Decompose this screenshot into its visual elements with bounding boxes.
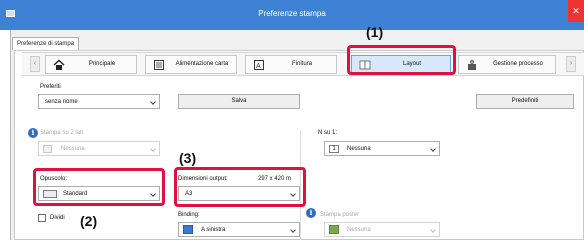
save-button[interactable]: Salva	[178, 94, 300, 109]
duplex-select: Nessuna	[38, 141, 160, 156]
info-icon: i	[28, 128, 38, 138]
chevron-down-icon	[150, 146, 156, 152]
favorites-label: Preferiti	[40, 84, 61, 90]
info-icon: i	[306, 208, 316, 218]
duplex-label: Stampa su 2 lati	[40, 130, 84, 136]
tab-label: Gestione processo	[492, 61, 544, 67]
step-2-label: (2)	[80, 213, 98, 229]
highlight-layout-tab	[347, 45, 456, 75]
job-handling-icon	[468, 59, 476, 70]
tab-gestione-processo[interactable]: Gestione processo	[458, 55, 556, 74]
window-title: Preferenze stampa	[258, 9, 326, 18]
chevron-down-icon	[290, 227, 296, 233]
tab-print-preferences[interactable]: Preferenze di stampa	[12, 37, 80, 50]
tab-finitura[interactable]: A Finitura	[245, 55, 337, 74]
poster-icon	[329, 225, 339, 234]
finishing-icon: A	[254, 60, 264, 70]
paper-tray-icon	[154, 60, 164, 70]
n-up-page-icon: 1	[329, 145, 339, 153]
home-icon	[53, 59, 65, 70]
poster-label: Stampa poster	[320, 212, 360, 218]
title-bar: Preferenze stampa ✕	[0, 0, 584, 30]
chevron-down-icon	[430, 146, 436, 152]
split-label: Dividi	[50, 215, 65, 221]
split-checkbox[interactable]	[38, 214, 46, 222]
n-up-label: N su 1:	[318, 130, 338, 136]
close-icon[interactable]: ✕	[568, 0, 584, 22]
highlight-booklet	[33, 168, 165, 206]
scroll-right-icon[interactable]: ›	[566, 56, 576, 72]
step-1-label: (1)	[366, 24, 384, 40]
step-3-label: (3)	[179, 150, 197, 166]
binding-left-icon	[183, 225, 193, 234]
binding-select[interactable]: A sinistra	[178, 222, 300, 237]
scroll-left-icon[interactable]: ‹	[30, 56, 40, 72]
tab-label: Principale	[88, 61, 116, 67]
duplex-page-icon	[43, 145, 52, 153]
tab-alimentazione-carta[interactable]: Alimentazione carta	[145, 55, 237, 74]
tab-label: Alimentazione carta	[175, 61, 229, 67]
favorites-select[interactable]: senza nome	[38, 94, 160, 109]
n-up-select[interactable]: 1 Nessuna	[324, 141, 440, 156]
highlight-output-size	[174, 167, 306, 207]
chevron-down-icon	[150, 99, 156, 105]
binding-label: Binding:	[178, 212, 200, 218]
defaults-button[interactable]: Predefiniti	[476, 94, 574, 109]
tab-label: Finitura	[291, 61, 312, 67]
chevron-down-icon	[430, 227, 436, 233]
svg-text:A: A	[256, 63, 261, 70]
tab-principale[interactable]: Principale	[45, 55, 137, 74]
poster-select: Nessuna	[324, 222, 440, 237]
